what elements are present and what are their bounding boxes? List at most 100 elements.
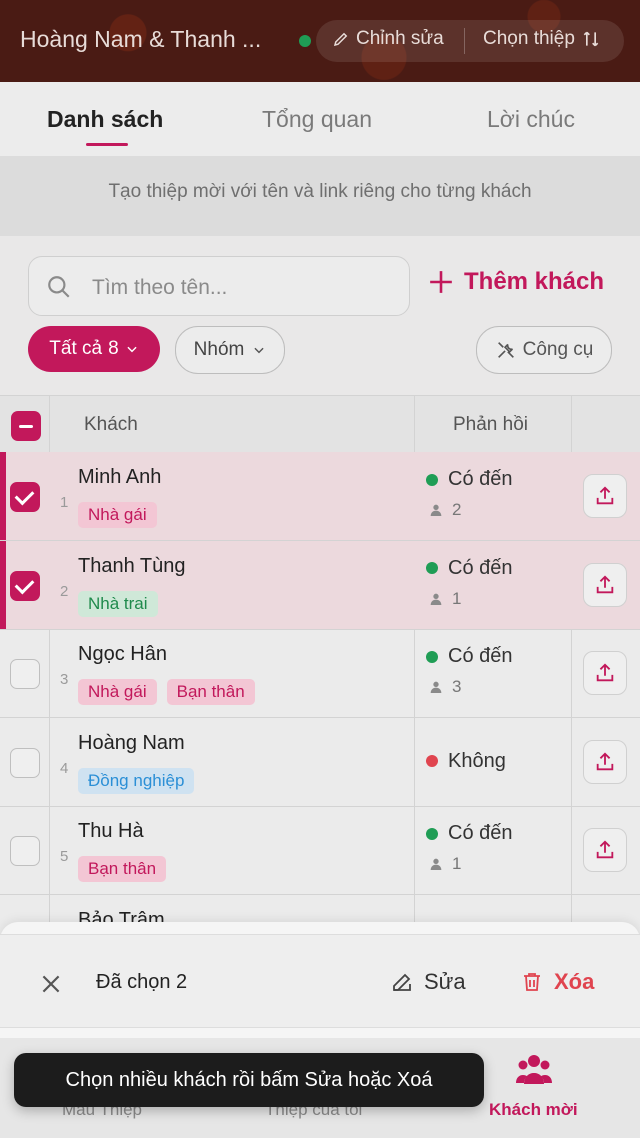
guest-tag: Nhà gái — [78, 679, 157, 705]
response-status-label: Có đến — [448, 645, 513, 667]
edit-selected-label: Sửa — [424, 969, 466, 994]
row-checkbox[interactable] — [10, 836, 40, 866]
share-icon — [596, 663, 614, 682]
selected-indicator — [0, 540, 6, 629]
share-icon — [596, 840, 614, 859]
guest-tags: Bạn thân — [78, 856, 167, 882]
tab-list[interactable]: Danh sách — [47, 106, 163, 133]
edit-selected-button[interactable]: Sửa — [390, 969, 466, 995]
status-dot — [426, 827, 438, 840]
trash-icon — [524, 973, 540, 991]
swap-vertical-icon — [583, 31, 599, 47]
response-status: Có đến — [426, 822, 513, 845]
status-dot — [426, 562, 438, 574]
table-header: Khách Phản hồi — [0, 395, 640, 453]
person-icon — [430, 858, 442, 870]
response-status: Không — [426, 750, 506, 773]
share-button[interactable] — [583, 739, 627, 784]
guest-name: Hoàng Nam — [78, 731, 185, 754]
response-status-label: Có đến — [448, 822, 513, 844]
selected-count: Đã chọn 2 — [96, 971, 188, 993]
response-status-label: Có đến — [448, 468, 513, 490]
plus-icon — [430, 271, 452, 293]
guest-tags: Đồng nghiệp — [78, 767, 195, 794]
choose-invite-button[interactable]: Chọn thiệp — [483, 28, 601, 50]
attendee-count: 2 — [428, 500, 461, 520]
response-status-label: Có đến — [448, 556, 513, 579]
hint-toast: Chọn nhiều khách rồi bấm Sửa hoặc Xoá — [14, 1053, 484, 1107]
share-icon — [596, 486, 614, 505]
row-checkbox[interactable] — [10, 747, 40, 778]
status-dot — [426, 650, 438, 663]
delete-selected-button[interactable]: Xóa — [520, 969, 594, 995]
attendee-count: 3 — [428, 677, 461, 697]
row-number: 2 — [60, 582, 69, 600]
share-button[interactable] — [583, 651, 627, 695]
row-number: 4 — [60, 759, 69, 777]
person-icon — [430, 681, 442, 693]
attendee-count-value: 3 — [452, 677, 462, 696]
pencil-icon — [333, 32, 348, 47]
search-icon — [48, 276, 70, 298]
guest-name: Thu Hà — [78, 820, 144, 842]
table-row[interactable]: 2 Thanh Tùng Nhà trai Có đến 1 — [0, 540, 640, 630]
response-status: Có đến — [426, 557, 513, 580]
filter-all-chip[interactable]: Tất cả 8 — [28, 326, 160, 372]
tab-overview[interactable]: Tổng quan — [262, 106, 372, 133]
online-status-dot — [299, 35, 311, 47]
close-icon[interactable] — [38, 971, 64, 997]
tools-icon — [497, 342, 514, 358]
chevron-down-icon — [127, 346, 137, 353]
guest-tags: Nhà gái Bạn thân — [78, 679, 255, 705]
guest-name: Minh Anh — [78, 466, 162, 488]
table-row[interactable]: 5 Thu Hà Bạn thân Có đến 1 — [0, 806, 640, 895]
edit-invite-button[interactable]: Chỉnh sửa — [332, 28, 444, 50]
filter-group-chip[interactable]: Nhóm — [175, 326, 285, 374]
filter-all-label: Tất cả — [49, 338, 103, 359]
attendee-count-value: 2 — [452, 500, 462, 519]
status-dot — [426, 473, 438, 486]
attendee-count: 1 — [428, 854, 461, 874]
guest-tags: Nhà gái — [78, 502, 157, 528]
table-row[interactable]: 1 Minh Anh Nhà gái Có đến 2 — [0, 452, 640, 541]
selection-action-sheet: Đã chọn 2 Sửa Xóa — [0, 922, 640, 1038]
event-title[interactable]: Hoàng Nam & Thanh ... — [20, 26, 261, 53]
tools-button[interactable]: Công cụ — [476, 326, 612, 374]
attendee-count-value: 1 — [452, 588, 462, 608]
chevron-down-icon — [254, 347, 264, 354]
selection-toolbar: Đã chọn 2 Sửa Xóa — [0, 934, 640, 1028]
row-checkbox[interactable] — [10, 482, 40, 512]
table-row[interactable]: 3 Ngọc Hân Nhà gái Bạn thân Có đến 3 — [0, 629, 640, 718]
guest-tag: Bạn thân — [166, 679, 255, 705]
users-icon[interactable] — [515, 1052, 553, 1088]
header-divider — [464, 28, 465, 54]
column-response: Phản hồi — [453, 414, 529, 435]
edit-invite-label: Chỉnh sửa — [356, 28, 444, 49]
select-all-checkbox[interactable] — [11, 411, 41, 441]
filter-all-count: 8 — [108, 338, 119, 359]
share-icon — [596, 751, 614, 770]
row-number: 1 — [60, 494, 69, 511]
share-button[interactable] — [583, 474, 627, 518]
info-hint: Tạo thiệp mời với tên và link riêng cho … — [0, 156, 640, 236]
choose-invite-label: Chọn thiệp — [483, 28, 575, 49]
guest-tags: Nhà trai — [78, 590, 158, 617]
row-checkbox[interactable] — [10, 570, 40, 601]
row-checkbox[interactable] — [10, 659, 40, 689]
attendee-count-value: 1 — [452, 854, 462, 873]
share-button[interactable] — [583, 562, 627, 607]
add-guest-label: Thêm khách — [464, 268, 605, 295]
row-number: 5 — [60, 848, 69, 865]
active-tab-indicator — [86, 143, 128, 146]
person-icon — [430, 593, 442, 605]
nav-guests[interactable]: Khách mời — [489, 1100, 578, 1120]
share-button[interactable] — [583, 828, 627, 872]
share-icon — [596, 574, 614, 593]
tools-label: Công cụ — [522, 339, 594, 360]
tab-wishes[interactable]: Lời chúc — [487, 106, 575, 133]
guest-tag: Nhà gái — [78, 502, 157, 528]
table-row[interactable]: 4 Hoàng Nam Đồng nghiệp Không — [0, 718, 640, 807]
add-guest-button[interactable]: Thêm khách — [428, 268, 604, 296]
person-icon — [430, 504, 442, 516]
response-status: Có đến — [426, 468, 513, 491]
